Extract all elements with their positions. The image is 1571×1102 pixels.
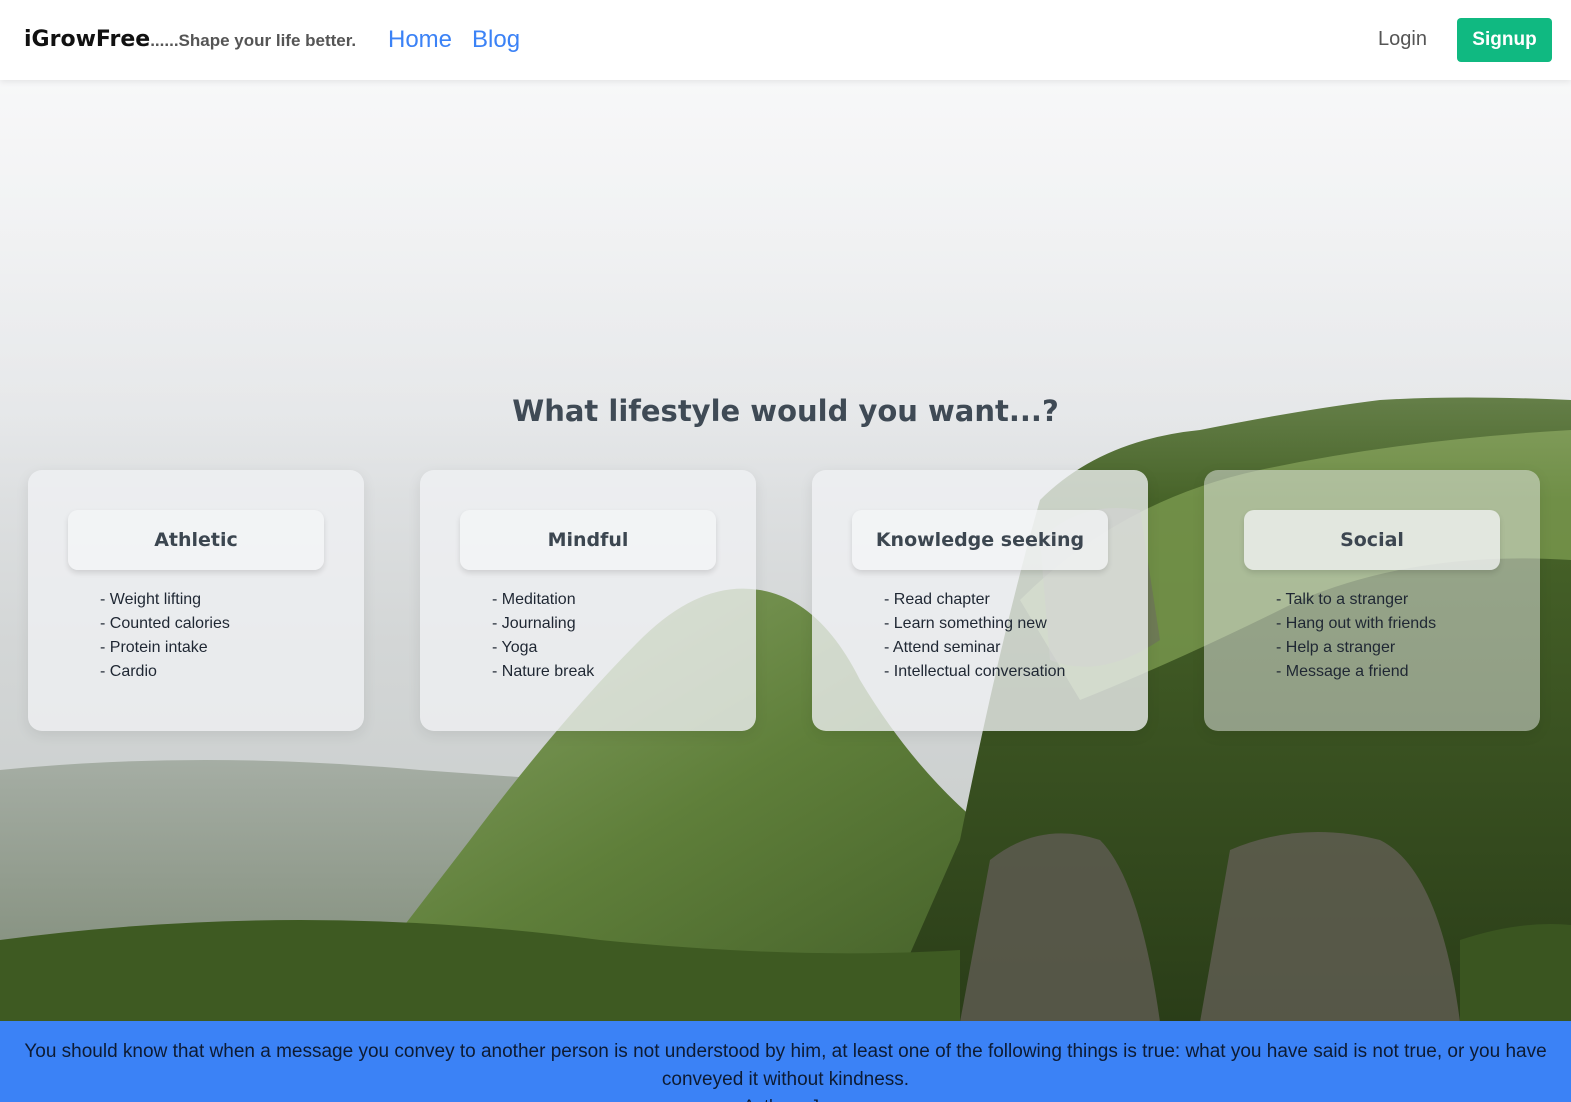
nav-link-home[interactable]: Home	[388, 26, 452, 54]
card-title: Social	[1340, 529, 1404, 551]
nav-link-blog[interactable]: Blog	[472, 26, 520, 54]
card-header: Knowledge seeking	[852, 510, 1108, 570]
signup-button[interactable]: Signup	[1457, 18, 1552, 62]
lifestyle-card-athletic[interactable]: Athletic - Weight lifting - Counted calo…	[28, 470, 364, 731]
lifestyle-headline: What lifestyle would you want...?	[512, 394, 1059, 428]
list-item: - Help a stranger	[1276, 639, 1396, 656]
list-item: - Hang out with friends	[1276, 615, 1437, 632]
list-item: - Cardio	[100, 663, 157, 680]
list-item: - Message a friend	[1276, 663, 1409, 680]
list-item: - Yoga	[492, 639, 538, 656]
quote-author: - Anthony Jay	[0, 1094, 1571, 1102]
card-title: Athletic	[154, 529, 238, 551]
card-title: Knowledge seeking	[875, 529, 1085, 551]
list-item: - Learn something new	[884, 615, 1047, 632]
list-item: - Intellectual conversation	[884, 663, 1066, 680]
list-item: - Counted calories	[100, 615, 230, 632]
list-item: - Nature break	[492, 663, 595, 680]
quote-bar: You should know that when a message you …	[0, 1021, 1571, 1102]
card-header: Mindful	[460, 510, 716, 570]
list-item: - Read chapter	[884, 591, 990, 608]
login-link[interactable]: Login	[1378, 28, 1427, 51]
list-item: - Meditation	[492, 591, 576, 608]
list-item: - Attend seminar	[884, 639, 1001, 656]
card-item-list: - Read chapter - Learn something new - A…	[884, 588, 1065, 684]
list-item: - Protein intake	[100, 639, 208, 656]
brand-name[interactable]: iGrowFree	[24, 27, 150, 52]
main-nav: Home Blog	[388, 26, 520, 54]
list-item: - Journaling	[492, 615, 576, 632]
card-item-list: - Meditation - Journaling - Yoga - Natur…	[492, 588, 594, 684]
navbar: iGrowFree ......Shape your life better. …	[0, 0, 1571, 80]
card-header: Social	[1244, 510, 1500, 570]
quote-text: You should know that when a message you …	[24, 1041, 1547, 1090]
card-item-list: - Talk to a stranger - Hang out with fri…	[1276, 588, 1436, 684]
lifestyle-card-mindful[interactable]: Mindful - Meditation - Journaling - Yoga…	[420, 470, 756, 731]
lifestyle-card-knowledge-seeking[interactable]: Knowledge seeking - Read chapter - Learn…	[812, 470, 1148, 731]
card-item-list: - Weight lifting - Counted calories - Pr…	[100, 588, 230, 684]
brand[interactable]: iGrowFree ......Shape your life better.	[24, 27, 356, 52]
list-item: - Talk to a stranger	[1276, 591, 1409, 608]
lifestyle-card-social[interactable]: Social - Talk to a stranger - Hang out w…	[1204, 470, 1540, 731]
card-title: Mindful	[547, 529, 629, 551]
brand-tagline: ......Shape your life better.	[150, 31, 357, 50]
card-header: Athletic	[68, 510, 324, 570]
list-item: - Weight lifting	[100, 591, 202, 608]
